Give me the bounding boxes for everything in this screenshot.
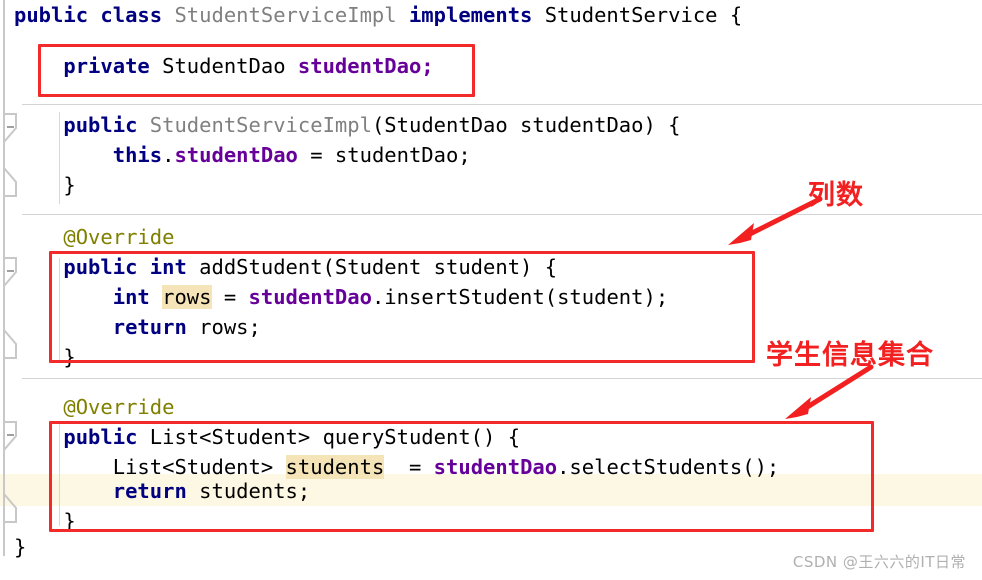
annotation-box-add-student — [49, 251, 755, 363]
annotation-box-query-student — [49, 421, 874, 532]
csdn-watermark: CSDN @王六六的IT日常 — [792, 553, 966, 571]
token-brace: } — [14, 535, 27, 559]
token-classname: StudentServiceImpl — [149, 113, 372, 137]
code-line-3[interactable]: public StudentServiceImpl(StudentDao stu… — [14, 108, 982, 142]
annotation-label-rows: 列数 — [808, 180, 864, 211]
token-keyword: public class — [14, 3, 175, 27]
token-expr: = studentDao; — [297, 143, 471, 167]
token-punct: (StudentDao studentDao) { — [371, 113, 681, 137]
token-annotation: @Override — [63, 395, 175, 419]
code-line-1[interactable]: public class StudentServiceImpl implemen… — [14, 0, 982, 32]
code-line-6[interactable]: @Override — [14, 220, 982, 254]
token-keyword: implements — [408, 3, 545, 27]
token-brace: } — [63, 173, 76, 197]
token-classname: StudentServiceImpl — [174, 3, 409, 27]
annotation-label-students: 学生信息集合 — [766, 340, 934, 371]
token-field: studentDao — [174, 143, 298, 167]
token-type: StudentService { — [544, 3, 743, 27]
token-keyword: this — [112, 143, 163, 167]
annotation-box-field — [38, 44, 475, 97]
token-keyword: public — [63, 113, 150, 137]
token-punct: . — [162, 143, 175, 167]
code-line-4[interactable]: this.studentDao = studentDao; — [14, 138, 982, 172]
code-editor[interactable]: public class StudentServiceImpl implemen… — [0, 0, 982, 580]
token-annotation: @Override — [63, 225, 175, 249]
